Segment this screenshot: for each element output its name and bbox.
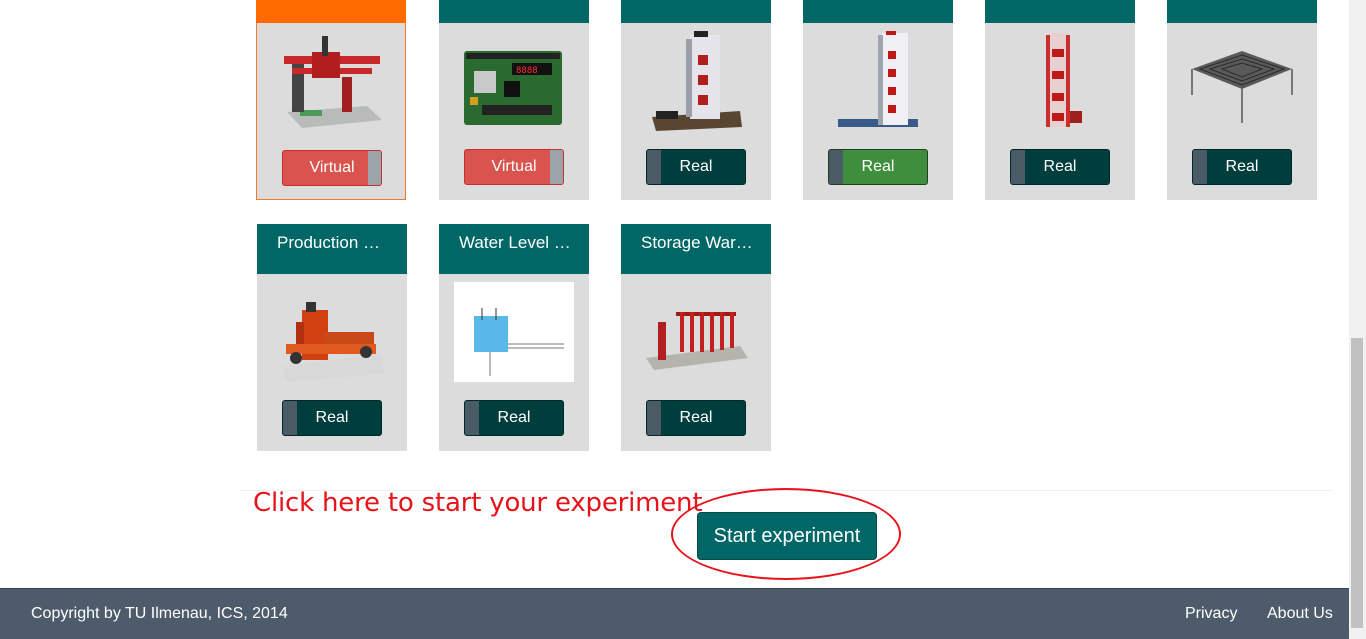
card-header: Production … [257,224,407,274]
main-content: Virtual 8888 Virtual Real Real Real Real… [0,0,1349,639]
card-header [256,0,406,23]
experiment-card[interactable]: Virtual [256,0,406,200]
toggle-label: Real [497,409,531,426]
start-experiment-button[interactable]: Start experiment [697,512,877,560]
mode-toggle-button[interactable]: Real [1192,149,1292,185]
scrollbar-thumb[interactable] [1351,338,1363,628]
circuit-board-icon: 8888 [464,51,562,125]
card-header: Water Level … [439,224,589,274]
card-header [1167,0,1317,23]
mode-toggle-button[interactable]: Virtual [282,150,382,186]
experiment-card-water-level[interactable]: Water Level … Real [439,224,589,451]
toggle-label: Virtual [309,159,355,176]
mode-toggle-button[interactable]: Virtual [464,149,564,185]
annotation-hint-text: Click here to start your experiment [253,488,703,518]
elevator-tower-icon [652,31,742,131]
mode-toggle-button[interactable]: Real [646,400,746,436]
copyright-text: Copyright by TU Ilmenau, ICS, 2014 [31,605,288,622]
xy-plotter-icon [284,36,382,128]
svg-text:8888: 8888 [516,66,538,76]
toggle-label: Real [315,409,349,426]
experiment-card[interactable]: Real [803,0,953,200]
mode-toggle-button[interactable]: Real [646,149,746,185]
water-tank-icon [454,282,574,382]
experiment-card[interactable]: Real [985,0,1135,200]
storage-rack-icon [646,312,748,370]
card-header: Storage War… [621,224,771,274]
card-header [439,0,589,23]
toggle-label: Real [679,409,713,426]
experiment-card[interactable]: 8888 Virtual [439,0,589,200]
toggle-label: Real [1225,158,1259,175]
experiment-card-production[interactable]: Production … Real [257,224,407,451]
vertical-scrollbar[interactable] [1349,0,1366,639]
about-us-link[interactable]: About Us [1267,605,1333,623]
privacy-link[interactable]: Privacy [1185,605,1237,623]
elevator-tower-small-icon [1046,33,1082,127]
toggle-label: Real [861,158,895,175]
toggle-label: Virtual [491,158,537,175]
card-header [621,0,771,23]
mode-toggle-button[interactable]: Real [828,149,928,185]
maze-table-icon [1191,51,1293,123]
elevator-tower-icon [838,31,918,127]
production-line-icon [282,302,384,382]
experiment-card[interactable]: Real [621,0,771,200]
mode-toggle-button[interactable]: Real [282,400,382,436]
toggle-label: Real [1043,158,1077,175]
footer: Copyright by TU Ilmenau, ICS, 2014 Priva… [0,588,1349,639]
experiment-card[interactable]: Real [1167,0,1317,200]
card-header [803,0,953,23]
experiment-card-storage[interactable]: Storage War… Real [621,224,771,451]
mode-toggle-button[interactable]: Real [464,400,564,436]
card-header [985,0,1135,23]
toggle-label: Real [679,158,713,175]
mode-toggle-button[interactable]: Real [1010,149,1110,185]
